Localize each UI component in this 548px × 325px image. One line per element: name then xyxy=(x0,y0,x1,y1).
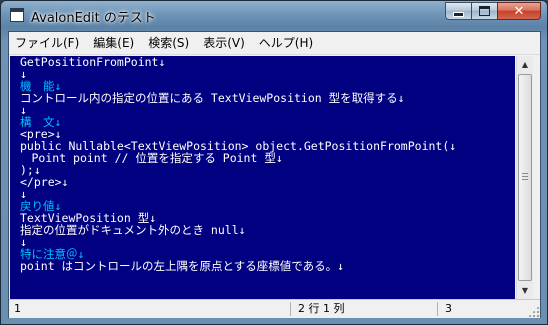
scroll-thumb-grip-icon xyxy=(522,173,528,182)
editor-line-text: point はコントロールの左上隅を原点とする座標値である。 xyxy=(20,259,338,273)
editor-line: ↓ xyxy=(20,236,456,248)
eol-marker-icon: ↓ xyxy=(275,151,283,165)
editor-line: point はコントロールの左上隅を原点とする座標値である。↓ xyxy=(20,260,456,272)
app-window-icon[interactable] xyxy=(10,8,24,22)
maximize-icon xyxy=(479,6,490,16)
editor-line-text: GetPositionFromPoint xyxy=(20,56,159,69)
eol-marker-icon: ↓ xyxy=(449,139,457,153)
text-editor[interactable]: GetPositionFromPoint↓ ↓ 機 能↓ コントロール内の指定の位置に… xyxy=(10,56,515,299)
title-bar[interactable]: AvalonEdit のテスト ✕ xyxy=(1,1,547,31)
window-title: AvalonEdit のテスト xyxy=(31,11,156,26)
editor-line-text: コントロール内の指定の位置にある TextViewPosition 型を取得する xyxy=(20,91,398,105)
editor-line-text: 指定の位置がドキュメント外のとき null xyxy=(20,223,239,237)
eol-marker-icon: ↓ xyxy=(337,259,345,273)
scroll-up-button[interactable]: ▲ xyxy=(517,56,533,73)
status-cell-3: 3 xyxy=(445,302,452,315)
editor-line: );↓ xyxy=(20,164,456,176)
client-area: ファイル(F) 編集(E) 検索(S) 表示(V) ヘルプ(H) GetPosi… xyxy=(8,31,541,318)
eol-marker-icon: ↓ xyxy=(397,91,405,105)
editor-line: 構 文↓ xyxy=(20,116,456,128)
editor-line: ↓ xyxy=(20,188,456,200)
minimize-icon xyxy=(453,11,464,17)
menu-bar: ファイル(F) 編集(E) 検索(S) 表示(V) ヘルプ(H) xyxy=(9,32,540,55)
maximize-button[interactable] xyxy=(471,2,497,20)
vertical-scrollbar[interactable]: ▲ ▼ xyxy=(516,56,533,299)
scroll-thumb[interactable] xyxy=(518,74,532,281)
editor-line: 指定の位置がドキュメント外のとき null↓ xyxy=(20,224,456,236)
status-bar: 1 2 行 1 列 3 xyxy=(9,299,540,318)
status-cell-1: 1 xyxy=(14,302,21,315)
scroll-up-icon: ▲ xyxy=(521,60,529,69)
resize-grip-icon[interactable] xyxy=(528,306,539,317)
close-icon: ✕ xyxy=(513,3,525,19)
editor-lines: GetPositionFromPoint↓ ↓ 機 能↓ コントロール内の指定の位置に… xyxy=(20,56,456,272)
eol-marker-icon: ↓ xyxy=(158,56,166,69)
scroll-down-button[interactable]: ▼ xyxy=(517,282,533,299)
editor-line: Point point // 位置を指定する Point 型↓ xyxy=(20,152,456,164)
status-divider xyxy=(290,302,291,316)
editor-line: ↓ xyxy=(20,104,456,116)
menu-search[interactable]: 検索(S) xyxy=(141,33,196,53)
editor-line: </pre>↓ xyxy=(20,176,456,188)
status-cell-position: 2 行 1 列 xyxy=(298,302,345,315)
app-window: AvalonEdit のテスト ✕ ファイル(F) 編集(E) 検索(S) 表示… xyxy=(0,0,548,325)
eol-marker-icon: ↓ xyxy=(61,175,69,189)
minimize-button[interactable] xyxy=(445,2,471,20)
caption-buttons: ✕ xyxy=(445,2,541,21)
close-button[interactable]: ✕ xyxy=(497,2,541,20)
menu-view[interactable]: 表示(V) xyxy=(196,33,252,53)
editor-line-text: Point point // 位置を指定する Point 型 xyxy=(20,151,276,165)
scroll-down-icon: ▼ xyxy=(521,286,529,295)
menu-help[interactable]: ヘルプ(H) xyxy=(252,33,320,53)
editor-line: ↓ xyxy=(20,68,456,80)
editor-line: GetPositionFromPoint↓ xyxy=(20,56,456,68)
menu-file[interactable]: ファイル(F) xyxy=(9,33,86,53)
menu-edit[interactable]: 編集(E) xyxy=(86,33,141,53)
editor-line: コントロール内の指定の位置にある TextViewPosition 型を取得する… xyxy=(20,92,456,104)
eol-marker-icon: ↓ xyxy=(238,223,246,237)
status-divider xyxy=(437,302,438,316)
